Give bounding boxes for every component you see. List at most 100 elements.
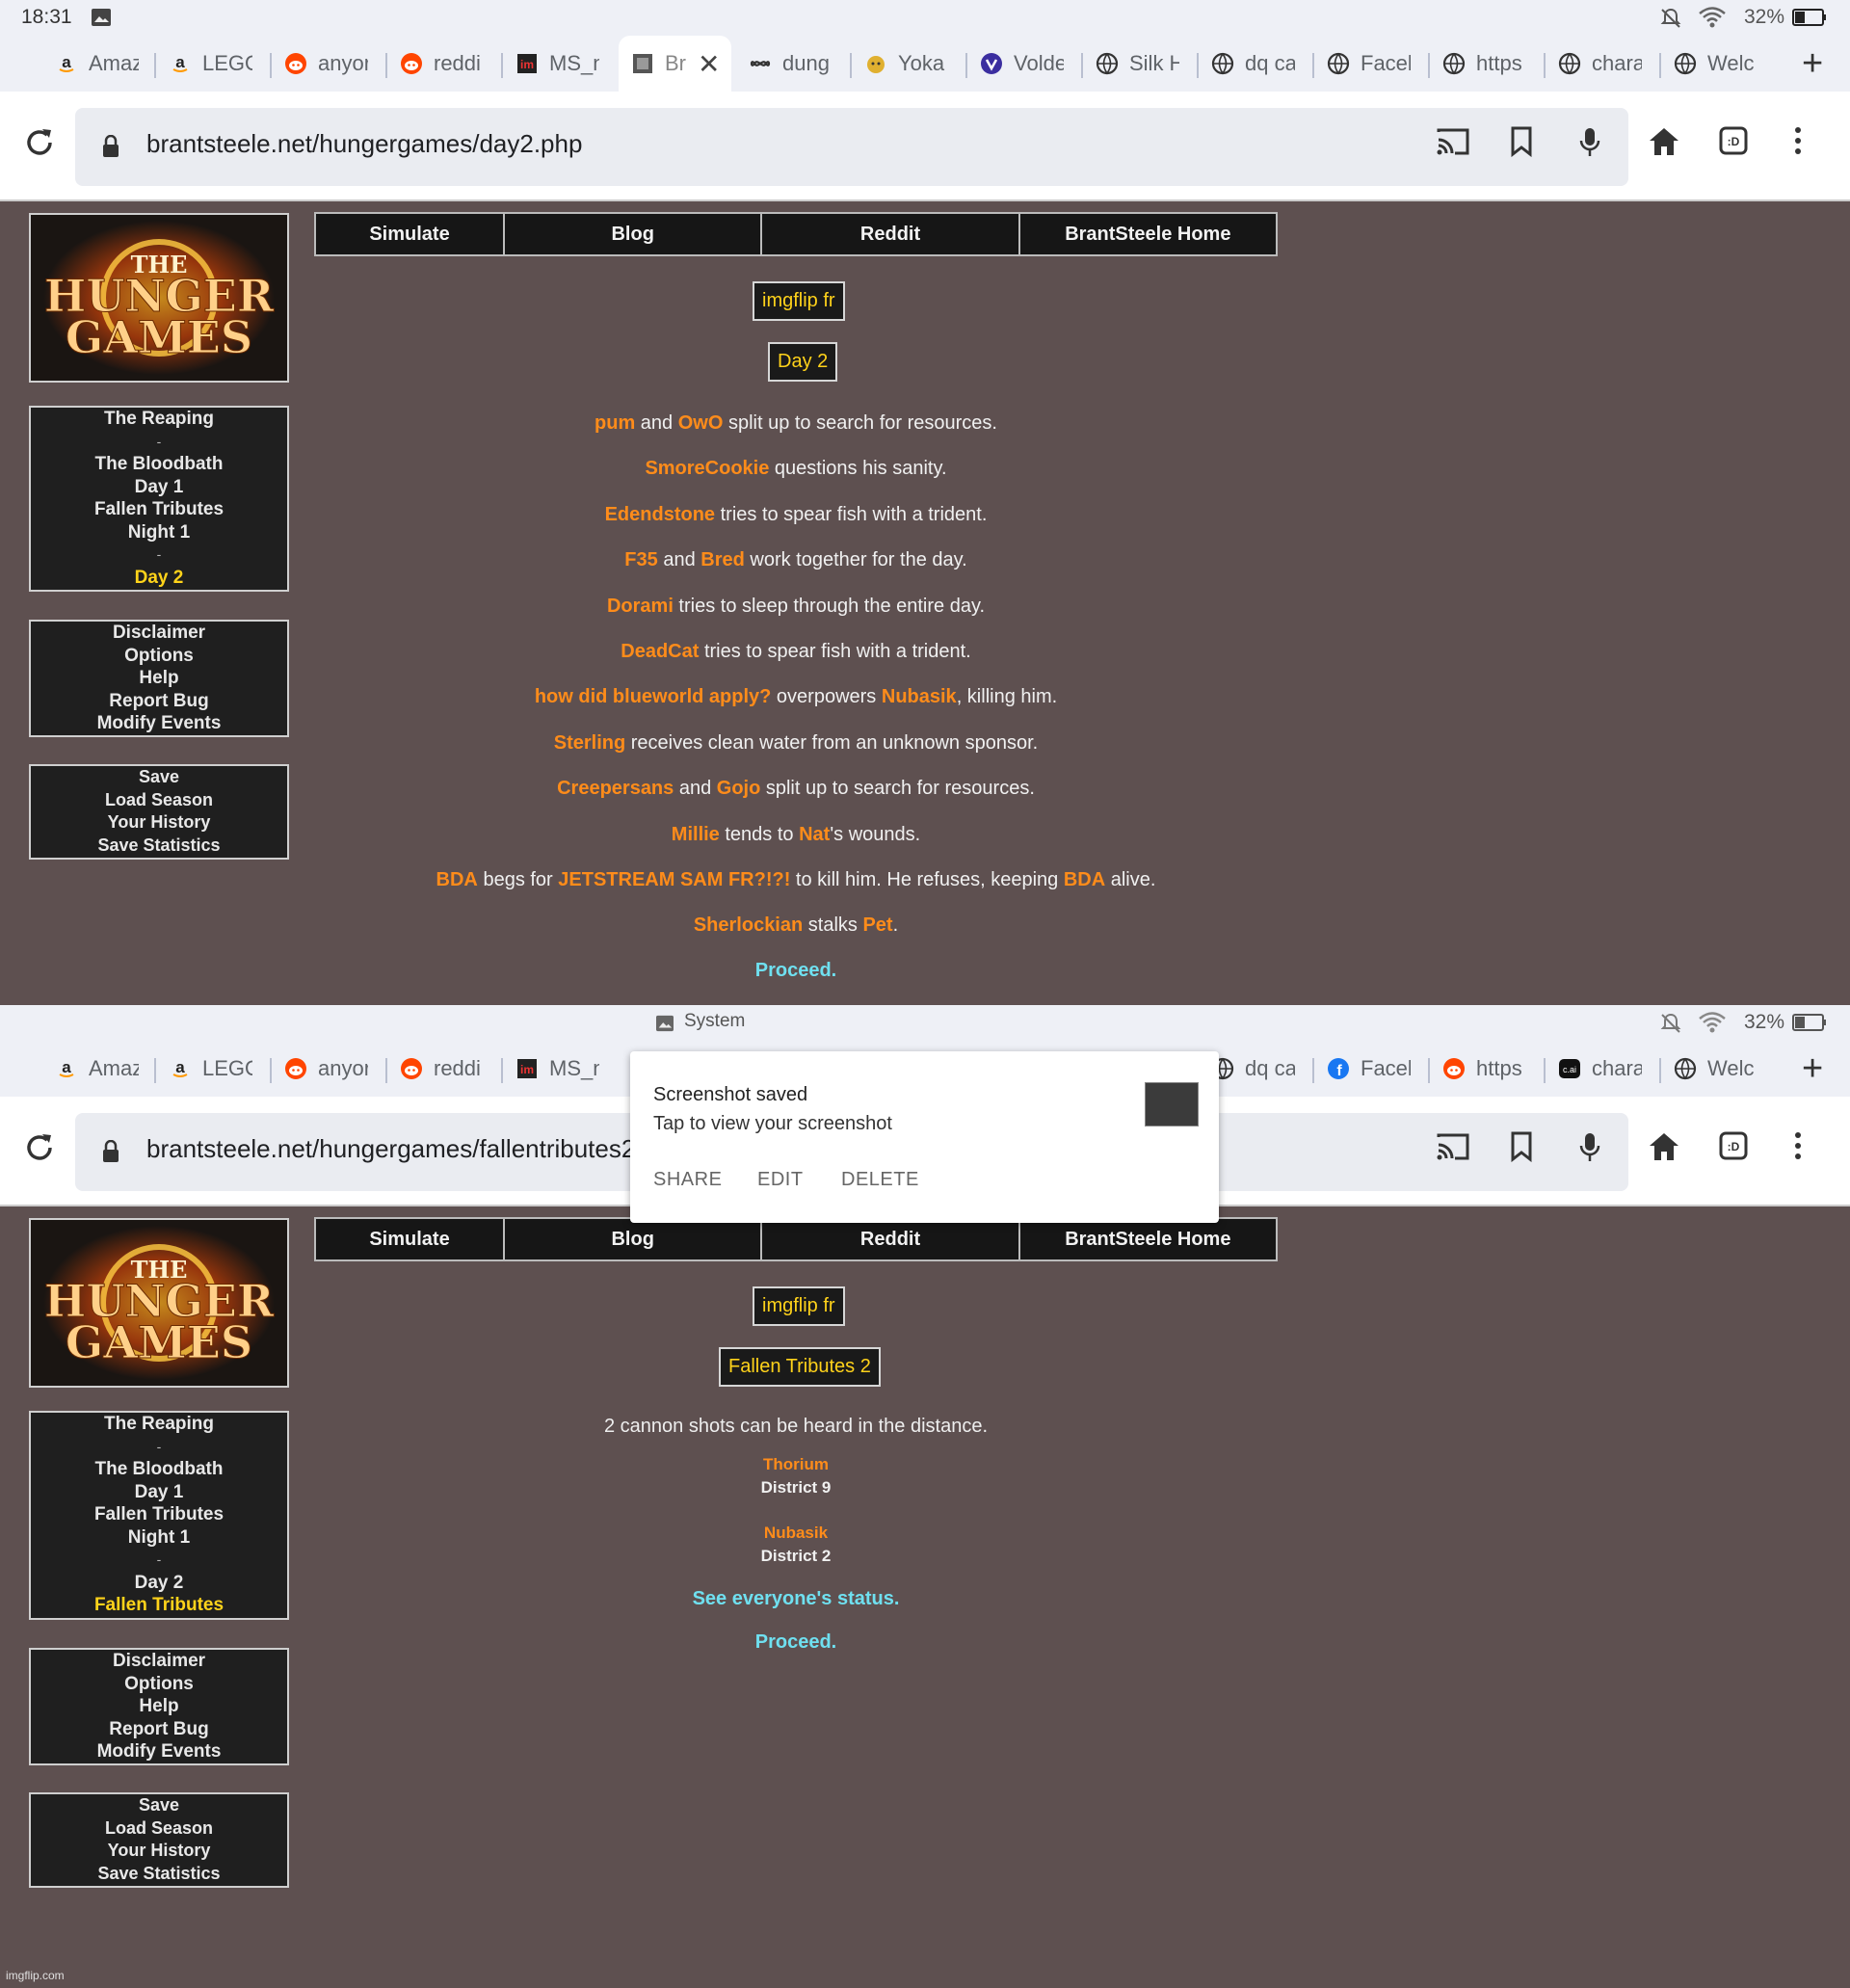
browser-tab[interactable]: anyor [283, 43, 368, 84]
browser-tab[interactable]: Br ✕ [619, 36, 732, 92]
cast-icon[interactable] [1436, 1131, 1470, 1162]
sidebar-link[interactable]: Modify Events [31, 1740, 287, 1763]
new-tab-icon[interactable]: + [1802, 1050, 1823, 1087]
bookmark-icon[interactable] [1510, 1131, 1533, 1162]
sidebar-link[interactable]: Save Statistics [31, 835, 287, 858]
nav-reddit[interactable]: Reddit [762, 1219, 1020, 1259]
nav-brantsteele-home[interactable]: BrantSteele Home [1020, 214, 1276, 254]
browser-tab[interactable]: dung [748, 43, 832, 84]
browser-tab[interactable]: Welc [1673, 1048, 1758, 1089]
sidebar-link[interactable]: The Reaping [31, 1413, 287, 1436]
browser-tab[interactable]: im MS_n [515, 43, 599, 84]
delete-button[interactable]: DELETE [841, 1169, 919, 1191]
sidebar-link[interactable]: The Reaping [31, 408, 287, 431]
browser-tab[interactable]: f Faceb [1326, 1048, 1411, 1089]
sidebar-link[interactable]: Options [31, 645, 287, 668]
nav-simulate[interactable]: Simulate [316, 1219, 506, 1259]
browser-tab[interactable]: chara [1557, 43, 1642, 84]
sidebar-link[interactable]: Fallen Tributes [31, 1503, 287, 1526]
sidebar-link[interactable]: Fallen Tributes [31, 498, 287, 521]
browser-tab[interactable]: dq ca [1210, 43, 1295, 84]
sidebar-link[interactable]: The Bloodbath [31, 1458, 287, 1481]
home-icon[interactable] [1648, 1131, 1680, 1162]
sidebar-link[interactable]: Report Bug [31, 690, 287, 713]
microphone-icon[interactable] [1578, 1131, 1601, 1164]
reload-icon[interactable] [23, 126, 56, 159]
event-text: and [674, 778, 717, 800]
sidebar-link[interactable]: Modify Events [31, 712, 287, 735]
globe-icon [1095, 51, 1120, 76]
browser-tab[interactable]: a LEGO [168, 1048, 252, 1089]
browser-tab[interactable]: dq ca [1210, 1048, 1295, 1089]
svg-text:f: f [1336, 1063, 1342, 1079]
sidebar-link[interactable]: Day 2 [31, 1572, 287, 1595]
tab-switcher-icon[interactable]: :D [1719, 126, 1748, 155]
svg-text::D: :D [1728, 1140, 1740, 1153]
sidebar-link[interactable]: Save Statistics [31, 1863, 287, 1886]
nav-blog[interactable]: Blog [505, 214, 763, 254]
more-options-icon[interactable] [1794, 1131, 1802, 1160]
nav-simulate[interactable]: Simulate [316, 214, 506, 254]
reload-icon[interactable] [23, 1131, 56, 1164]
browser-tab[interactable]: Welc [1673, 43, 1758, 84]
browser-tab[interactable]: reddi [399, 43, 484, 84]
url-text: brantsteele.net/hungergames/day2.php [146, 129, 583, 158]
cast-icon[interactable] [1436, 126, 1470, 157]
sidebar-link[interactable]: Your History [31, 811, 287, 835]
sidebar-link[interactable]: Day 1 [31, 1481, 287, 1504]
proceed-link[interactable]: Proceed. [314, 1631, 1278, 1654]
sidebar-link[interactable]: Day 1 [31, 476, 287, 499]
edit-button[interactable]: EDIT [757, 1169, 804, 1191]
browser-tab[interactable]: Volde [979, 43, 1064, 84]
sidebar-link[interactable]: Save [31, 1794, 287, 1817]
browser-tab[interactable]: Yoka [863, 43, 948, 84]
more-options-icon[interactable] [1794, 126, 1802, 155]
home-icon[interactable] [1648, 126, 1680, 157]
browser-tab[interactable]: https [1441, 43, 1526, 84]
browser-tab[interactable]: anyor [283, 1048, 368, 1089]
browser-tab[interactable]: https [1441, 1048, 1526, 1089]
bookmark-icon[interactable] [1510, 126, 1533, 157]
sidebar-link[interactable]: Disclaimer [31, 1650, 287, 1673]
sidebar-link[interactable]: Load Season [31, 1817, 287, 1841]
screenshot-saved-notification[interactable]: Screenshot saved Tap to view your screen… [630, 1051, 1219, 1223]
new-tab-icon[interactable]: + [1802, 45, 1823, 82]
browser-tab[interactable]: c.ai chara [1557, 1048, 1642, 1089]
tab-switcher-icon[interactable]: :D [1719, 1131, 1748, 1160]
sidebar-link[interactable]: Report Bug [31, 1718, 287, 1741]
sidebar-link[interactable]: Save [31, 766, 287, 789]
nav-brantsteele-home[interactable]: BrantSteele Home [1020, 1219, 1276, 1259]
nav-reddit[interactable]: Reddit [762, 214, 1020, 254]
sidebar-link[interactable]: Help [31, 667, 287, 690]
sidebar-link[interactable]: Night 1 [31, 1526, 287, 1550]
sidebar-link[interactable]: Disclaimer [31, 622, 287, 645]
close-tab-icon[interactable]: ✕ [698, 48, 720, 80]
browser-tab[interactable]: Silk H [1095, 43, 1179, 84]
nav-blog[interactable]: Blog [505, 1219, 763, 1259]
browser-tab[interactable]: Faceb [1326, 43, 1411, 84]
sidebar-link[interactable]: Help [31, 1695, 287, 1718]
sidebar-link[interactable]: The Bloodbath [31, 453, 287, 476]
screenshot-thumbnail[interactable] [1145, 1082, 1199, 1127]
tribute-name: Dorami [606, 595, 674, 617]
browser-tab[interactable]: reddi [399, 1048, 484, 1089]
site-icon [630, 51, 655, 76]
browser-tab[interactable]: a Amaz [54, 1048, 139, 1089]
sidebar-link[interactable]: Day 2 [31, 567, 287, 590]
sidebar-link[interactable]: Fallen Tributes [31, 1594, 287, 1617]
hunger-games-logo[interactable]: THE HUNGER GAMES [29, 1218, 289, 1388]
hunger-games-logo[interactable]: THE HUNGER GAMES [29, 213, 289, 383]
sidebar-link[interactable]: Load Season [31, 789, 287, 812]
address-bar[interactable]: brantsteele.net/hungergames/day2.php [75, 108, 1628, 186]
browser-tab[interactable]: a Amaz [54, 43, 139, 84]
browser-tab[interactable]: a LEGO [168, 43, 252, 84]
sidebar-link[interactable]: Night 1 [31, 521, 287, 544]
microphone-icon[interactable] [1578, 126, 1601, 159]
event-text: , killing him. [956, 686, 1058, 708]
share-button[interactable]: SHARE [653, 1169, 722, 1191]
browser-tab[interactable]: im MS_n [515, 1048, 599, 1089]
sidebar-link[interactable]: Your History [31, 1840, 287, 1863]
proceed-link[interactable]: Proceed. [314, 960, 1278, 982]
see-status-link[interactable]: See everyone's status. [314, 1588, 1278, 1610]
sidebar-link[interactable]: Options [31, 1673, 287, 1696]
